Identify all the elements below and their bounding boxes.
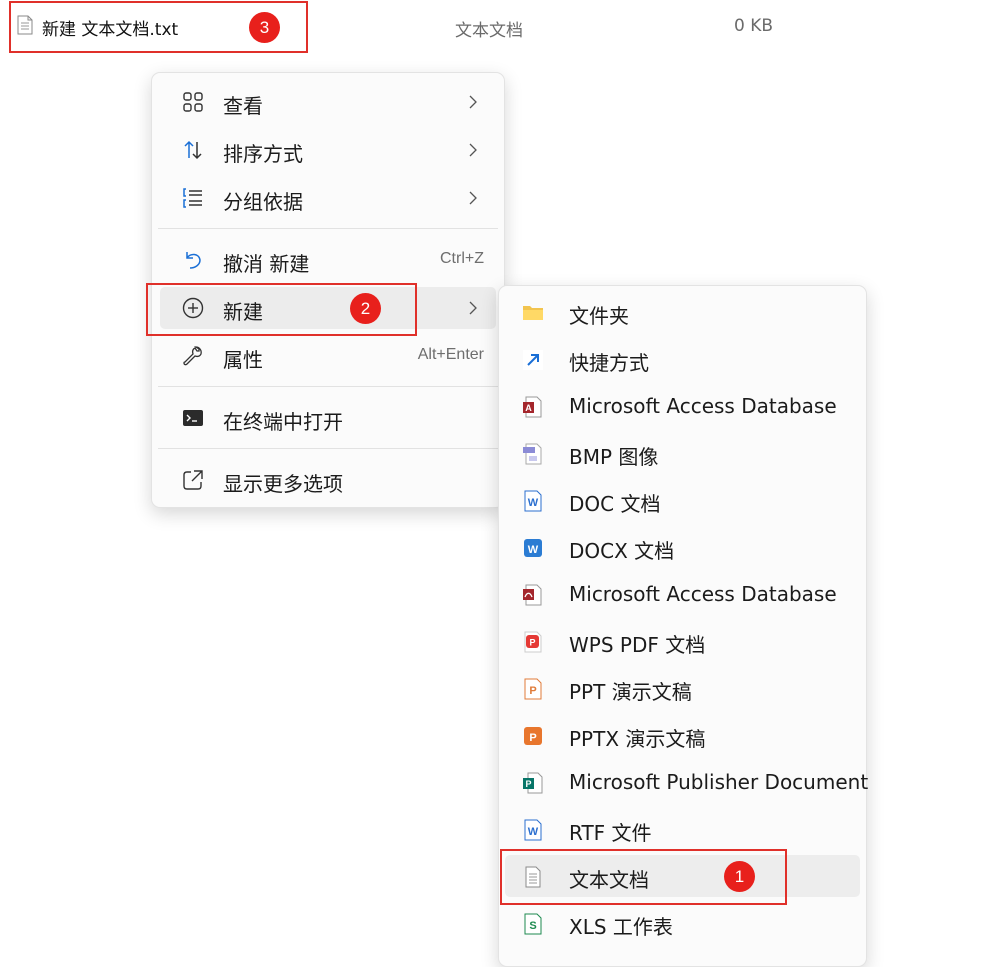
menu-item-view[interactable]: 查看 — [160, 81, 496, 123]
menu-item-sort[interactable]: 排序方式 — [160, 129, 496, 171]
submenu-item-label: Microsoft Access Database — [569, 582, 837, 606]
chevron-right-icon — [469, 95, 477, 109]
doc-icon: W — [524, 490, 542, 512]
submenu-item-ppt[interactable]: P PPT 演示文稿 — [505, 667, 860, 709]
submenu-item-access-database[interactable]: A Microsoft Access Database — [505, 385, 860, 427]
submenu-item-label: DOC 文档 — [569, 492, 661, 516]
submenu-item-folder[interactable]: 文件夹 — [505, 291, 860, 333]
shortcut-text: Ctrl+Z — [440, 250, 484, 267]
menu-item-label: 撤消 新建 — [223, 252, 310, 276]
submenu-item-shortcut[interactable]: 快捷方式 — [505, 338, 860, 380]
submenu-item-label: XLS 工作表 — [569, 915, 673, 939]
submenu-item-label: 快捷方式 — [569, 351, 649, 375]
folder-icon — [523, 306, 543, 320]
ppt-icon: P — [524, 678, 542, 700]
svg-text:P: P — [529, 685, 536, 697]
submenu-item-publisher[interactable]: P Microsoft Publisher Document — [505, 761, 868, 803]
submenu-item-label: PPTX 演示文稿 — [569, 727, 706, 751]
file-size: 0 KB — [734, 16, 774, 36]
chevron-right-icon — [469, 143, 477, 157]
svg-text:P: P — [525, 779, 531, 789]
submenu-item-label: WPS PDF 文档 — [569, 633, 706, 657]
submenu-item-label: PPT 演示文稿 — [569, 680, 692, 704]
group-by-icon — [183, 188, 202, 208]
menu-item-label: 在终端中打开 — [223, 410, 343, 434]
menu-separator — [158, 386, 498, 387]
access-icon: A — [523, 396, 542, 418]
chevron-right-icon — [469, 301, 477, 315]
submenu-item-label: DOCX 文档 — [569, 539, 675, 563]
svg-text:S: S — [529, 920, 536, 932]
chevron-right-icon — [469, 191, 477, 205]
submenu-item-label: BMP 图像 — [569, 445, 659, 469]
menu-separator — [158, 228, 498, 229]
submenu-item-label: 文件夹 — [569, 304, 629, 328]
submenu-item-bmp[interactable]: BMP 图像 — [505, 432, 860, 474]
rtf-icon: W — [524, 819, 542, 841]
menu-item-group-by[interactable]: 分组依据 — [160, 177, 496, 219]
shortcut-icon — [523, 350, 543, 370]
docx-icon: W — [524, 539, 542, 557]
bmp-icon — [523, 443, 542, 465]
submenu-item-doc[interactable]: W DOC 文档 — [505, 479, 860, 521]
svg-text:W: W — [528, 497, 539, 509]
menu-item-label: 排序方式 — [223, 142, 303, 166]
submenu-item-docx[interactable]: W DOCX 文档 — [505, 526, 860, 568]
sort-icon — [184, 140, 202, 160]
step-badge-3: 3 — [249, 12, 280, 43]
menu-separator — [158, 448, 498, 449]
shortcut-text: Alt+Enter — [417, 346, 484, 363]
submenu-item-label: Microsoft Publisher Document — [569, 770, 869, 794]
menu-item-properties[interactable]: 属性 Alt+Enter — [160, 335, 496, 377]
file-type: 文本文档 — [455, 21, 523, 41]
pptx-icon: P — [524, 727, 542, 745]
menu-item-label: 显示更多选项 — [223, 472, 343, 496]
svg-text:P: P — [529, 732, 536, 744]
menu-item-label: 查看 — [223, 94, 263, 118]
step-badge-2: 2 — [350, 293, 381, 324]
submenu-item-label: Microsoft Access Database — [569, 394, 837, 418]
wrench-icon — [183, 346, 202, 366]
access-pdf-icon — [523, 584, 542, 606]
svg-text:P: P — [529, 638, 535, 648]
open-external-icon — [183, 470, 203, 490]
submenu-item-label: RTF 文件 — [569, 821, 652, 845]
xls-icon: S — [524, 913, 542, 935]
menu-item-undo-new[interactable]: 撤消 新建 Ctrl+Z — [160, 239, 496, 281]
svg-text:A: A — [525, 403, 532, 413]
step-badge-1: 1 — [724, 861, 755, 892]
submenu-item-access-database-2[interactable]: Microsoft Access Database — [505, 573, 860, 615]
submenu-item-pptx[interactable]: P PPTX 演示文稿 — [505, 714, 860, 756]
svg-text:W: W — [528, 826, 539, 838]
submenu-item-rtf[interactable]: W RTF 文件 — [505, 808, 860, 850]
menu-item-label: 分组依据 — [223, 190, 303, 214]
menu-item-show-more-options[interactable]: 显示更多选项 — [160, 459, 496, 501]
grid-view-icon — [183, 92, 203, 112]
publisher-icon: P — [523, 772, 543, 794]
menu-item-label: 属性 — [223, 348, 263, 372]
undo-icon — [186, 252, 201, 269]
submenu-item-xls[interactable]: S XLS 工作表 — [505, 902, 860, 944]
menu-item-open-in-terminal[interactable]: 在终端中打开 — [160, 397, 496, 439]
terminal-icon — [183, 410, 203, 426]
submenu-item-wps-pdf[interactable]: P WPS PDF 文档 — [505, 620, 860, 662]
svg-text:W: W — [528, 544, 539, 556]
wps-pdf-icon: P — [524, 631, 542, 653]
